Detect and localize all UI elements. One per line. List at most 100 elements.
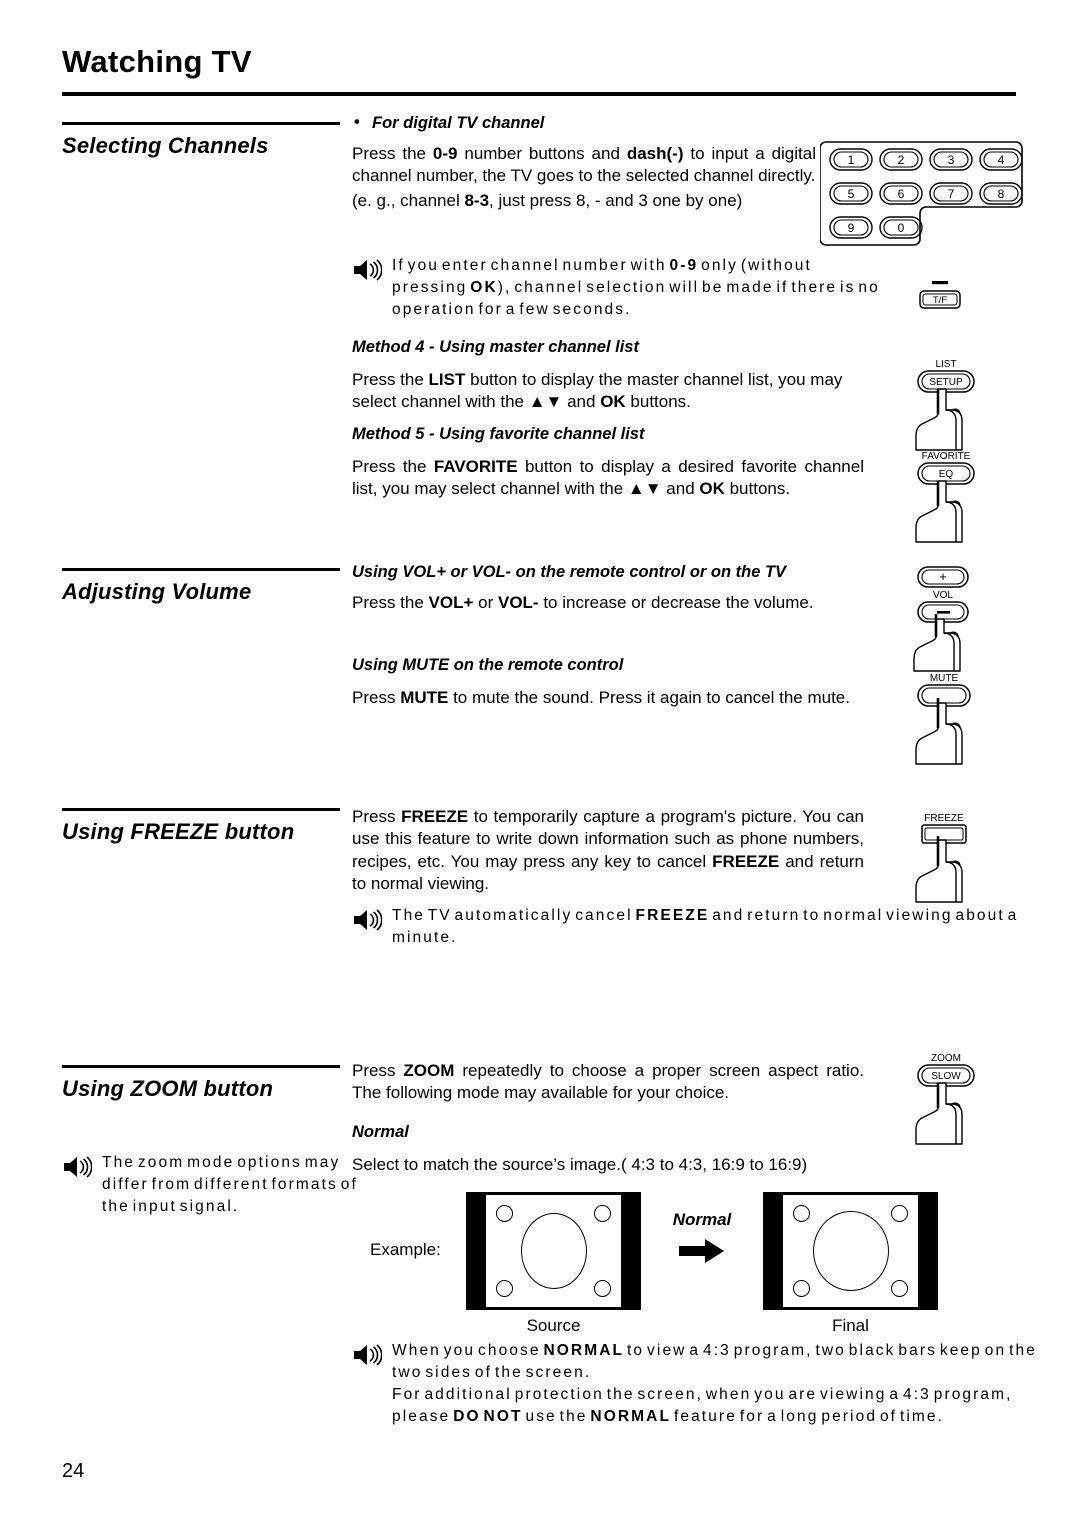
corner-circle-icon bbox=[891, 1205, 908, 1222]
note-text: If you enter channel number with 0-9 onl… bbox=[392, 257, 880, 318]
zoom-label: ZOOM bbox=[931, 1053, 961, 1064]
note-channel-entry: If you enter channel number with 0-9 onl… bbox=[352, 255, 882, 321]
speaker-icon bbox=[352, 1340, 383, 1371]
final-caption: Final bbox=[832, 1316, 869, 1335]
tv-screen-source bbox=[466, 1192, 641, 1310]
method-5-paragraph: Press the FAVORITE button to display a d… bbox=[352, 457, 864, 499]
list-label: LIST bbox=[935, 359, 956, 370]
setup-label: SETUP bbox=[929, 377, 963, 388]
zoom-paragraph: Press ZOOM repeatedly to choose a proper… bbox=[352, 1061, 864, 1103]
digital-channel-paragraph: Press the 0-9 number buttons and dash(-)… bbox=[352, 144, 816, 186]
tv-screen-final bbox=[763, 1192, 938, 1310]
section-heading-adjusting-volume: Adjusting Volume bbox=[62, 568, 340, 605]
slow-label: SLOW bbox=[931, 1071, 961, 1082]
source-caption: Source bbox=[526, 1316, 581, 1335]
favorite-eq-button-art[interactable]: FAVORITE EQ bbox=[900, 450, 992, 553]
note-text-line-1: When you choose NORMAL to view a 4:3 pro… bbox=[392, 1342, 1037, 1381]
volume-block: Using VOL+ or VOL- on the remote control… bbox=[352, 563, 864, 614]
section-rule bbox=[62, 568, 340, 571]
page-title: Watching TV bbox=[62, 44, 252, 79]
section-label: Using FREEZE button bbox=[62, 819, 295, 844]
normal-mode-paragraph: Select to match the source’s image.( 4:3… bbox=[352, 1155, 808, 1174]
digital-tv-channel-block: For digital TV channel Press the 0-9 num… bbox=[352, 113, 864, 212]
corner-circle-icon bbox=[891, 1280, 908, 1297]
zoom-slow-button-art[interactable]: ZOOM SLOW bbox=[900, 1052, 992, 1155]
freeze-label: FREEZE bbox=[924, 813, 964, 824]
zoom-block: Press ZOOM repeatedly to choose a proper… bbox=[352, 1060, 864, 1105]
manual-page: Watching TV Selecting Channels For digit… bbox=[0, 0, 1080, 1527]
mute-block: Using MUTE on the remote control Press M… bbox=[352, 656, 864, 709]
section-heading-selecting-channels: Selecting Channels bbox=[62, 122, 340, 159]
vol-minus-icon bbox=[937, 611, 950, 614]
keypad-key-0: 0 bbox=[898, 221, 905, 235]
keypad-key-3: 3 bbox=[948, 153, 955, 167]
keypad-key-9: 9 bbox=[848, 221, 855, 235]
corner-circle-icon bbox=[496, 1280, 513, 1297]
method-4-heading: Method 4 - Using master channel list bbox=[352, 338, 639, 356]
method-4-paragraph: Press the LIST button to display the mas… bbox=[352, 370, 843, 412]
vol-heading: Using VOL+ or VOL- on the remote control… bbox=[352, 563, 787, 581]
speaker-icon bbox=[62, 1152, 93, 1183]
right-arrow-icon bbox=[641, 1238, 763, 1269]
keypad-key-2: 2 bbox=[898, 153, 905, 167]
section-label: Adjusting Volume bbox=[62, 579, 252, 604]
note-text: The zoom mode options may differ from di… bbox=[102, 1154, 358, 1215]
center-ellipse-icon bbox=[520, 1213, 587, 1289]
section-rule bbox=[62, 808, 340, 811]
remote-keypad[interactable]: 1 2 3 4 5 6 7 8 9 0 bbox=[819, 138, 1030, 258]
section-label: Selecting Channels bbox=[62, 133, 269, 158]
normal-mode-block: Normal Select to match the source’s imag… bbox=[352, 1123, 864, 1176]
keypad-key-7: 7 bbox=[948, 187, 955, 201]
eq-label: EQ bbox=[939, 469, 954, 480]
corner-circle-icon bbox=[793, 1280, 810, 1297]
freeze-block: Press FREEZE to temporarily capture a pr… bbox=[352, 806, 864, 896]
keypad-key-1: 1 bbox=[848, 153, 855, 167]
corner-circle-icon bbox=[594, 1280, 611, 1297]
method-4-block: Method 4 - Using master channel list Pre… bbox=[352, 338, 864, 414]
method-5-block: Method 5 - Using favorite channel list P… bbox=[352, 425, 864, 501]
zoom-example-figure: Example: Source Normal Final bbox=[370, 1192, 938, 1336]
bullet-heading-digital-tv: For digital TV channel bbox=[352, 113, 864, 133]
mute-button-art[interactable]: MUTE bbox=[900, 672, 992, 775]
freeze-paragraph: Press FREEZE to temporarily capture a pr… bbox=[352, 807, 864, 894]
source-figure: Source bbox=[466, 1192, 641, 1336]
favorite-label: FAVORITE bbox=[922, 451, 971, 462]
final-figure: Final bbox=[763, 1192, 938, 1336]
freeze-button-art[interactable]: FREEZE bbox=[900, 812, 992, 915]
method-5-heading: Method 5 - Using favorite channel list bbox=[352, 425, 645, 443]
center-ellipse-icon bbox=[812, 1211, 889, 1291]
keypad-key-4: 4 bbox=[998, 153, 1005, 167]
vol-label: VOL bbox=[933, 590, 953, 601]
section-heading-freeze: Using FREEZE button bbox=[62, 808, 340, 845]
keypad-key-5: 5 bbox=[848, 187, 855, 201]
title-divider bbox=[62, 92, 1016, 96]
corner-circle-icon bbox=[496, 1205, 513, 1222]
keypad-key-6: 6 bbox=[898, 187, 905, 201]
corner-circle-icon bbox=[793, 1205, 810, 1222]
corner-circle-icon bbox=[594, 1205, 611, 1222]
section-heading-zoom: Using ZOOM button bbox=[62, 1065, 340, 1102]
speaker-icon bbox=[352, 255, 383, 286]
dash-tf-button[interactable]: T/F bbox=[912, 278, 968, 323]
digital-channel-example: (e. g., channel 8-3, just press 8, - and… bbox=[352, 190, 743, 210]
speaker-icon bbox=[352, 905, 383, 936]
note-text-line-2: For additional protection the screen, wh… bbox=[392, 1386, 1013, 1425]
note-zoom-mode: The zoom mode options may differ from di… bbox=[62, 1152, 362, 1218]
screen-area bbox=[782, 1194, 919, 1308]
section-label: Using ZOOM button bbox=[62, 1076, 274, 1101]
section-rule bbox=[62, 122, 340, 125]
normal-mode-heading: Normal bbox=[352, 1123, 409, 1141]
svg-text:T/F: T/F bbox=[933, 295, 947, 306]
arrow-label: Normal bbox=[672, 1210, 732, 1229]
volume-buttons-art[interactable]: + VOL bbox=[900, 565, 992, 682]
list-setup-button-art[interactable]: LIST SETUP bbox=[900, 358, 992, 461]
note-normal-warning: When you choose NORMAL to view a 4:3 pro… bbox=[352, 1340, 1052, 1428]
keypad-key-8: 8 bbox=[998, 187, 1005, 201]
section-rule bbox=[62, 1065, 340, 1068]
page-number: 24 bbox=[62, 1460, 85, 1482]
screen-area bbox=[485, 1194, 622, 1308]
example-label: Example: bbox=[370, 1240, 441, 1259]
mute-label: MUTE bbox=[930, 673, 959, 684]
transform-arrow-block: Normal bbox=[641, 1192, 763, 1269]
vol-paragraph: Press the VOL+ or VOL- to increase or de… bbox=[352, 593, 814, 612]
